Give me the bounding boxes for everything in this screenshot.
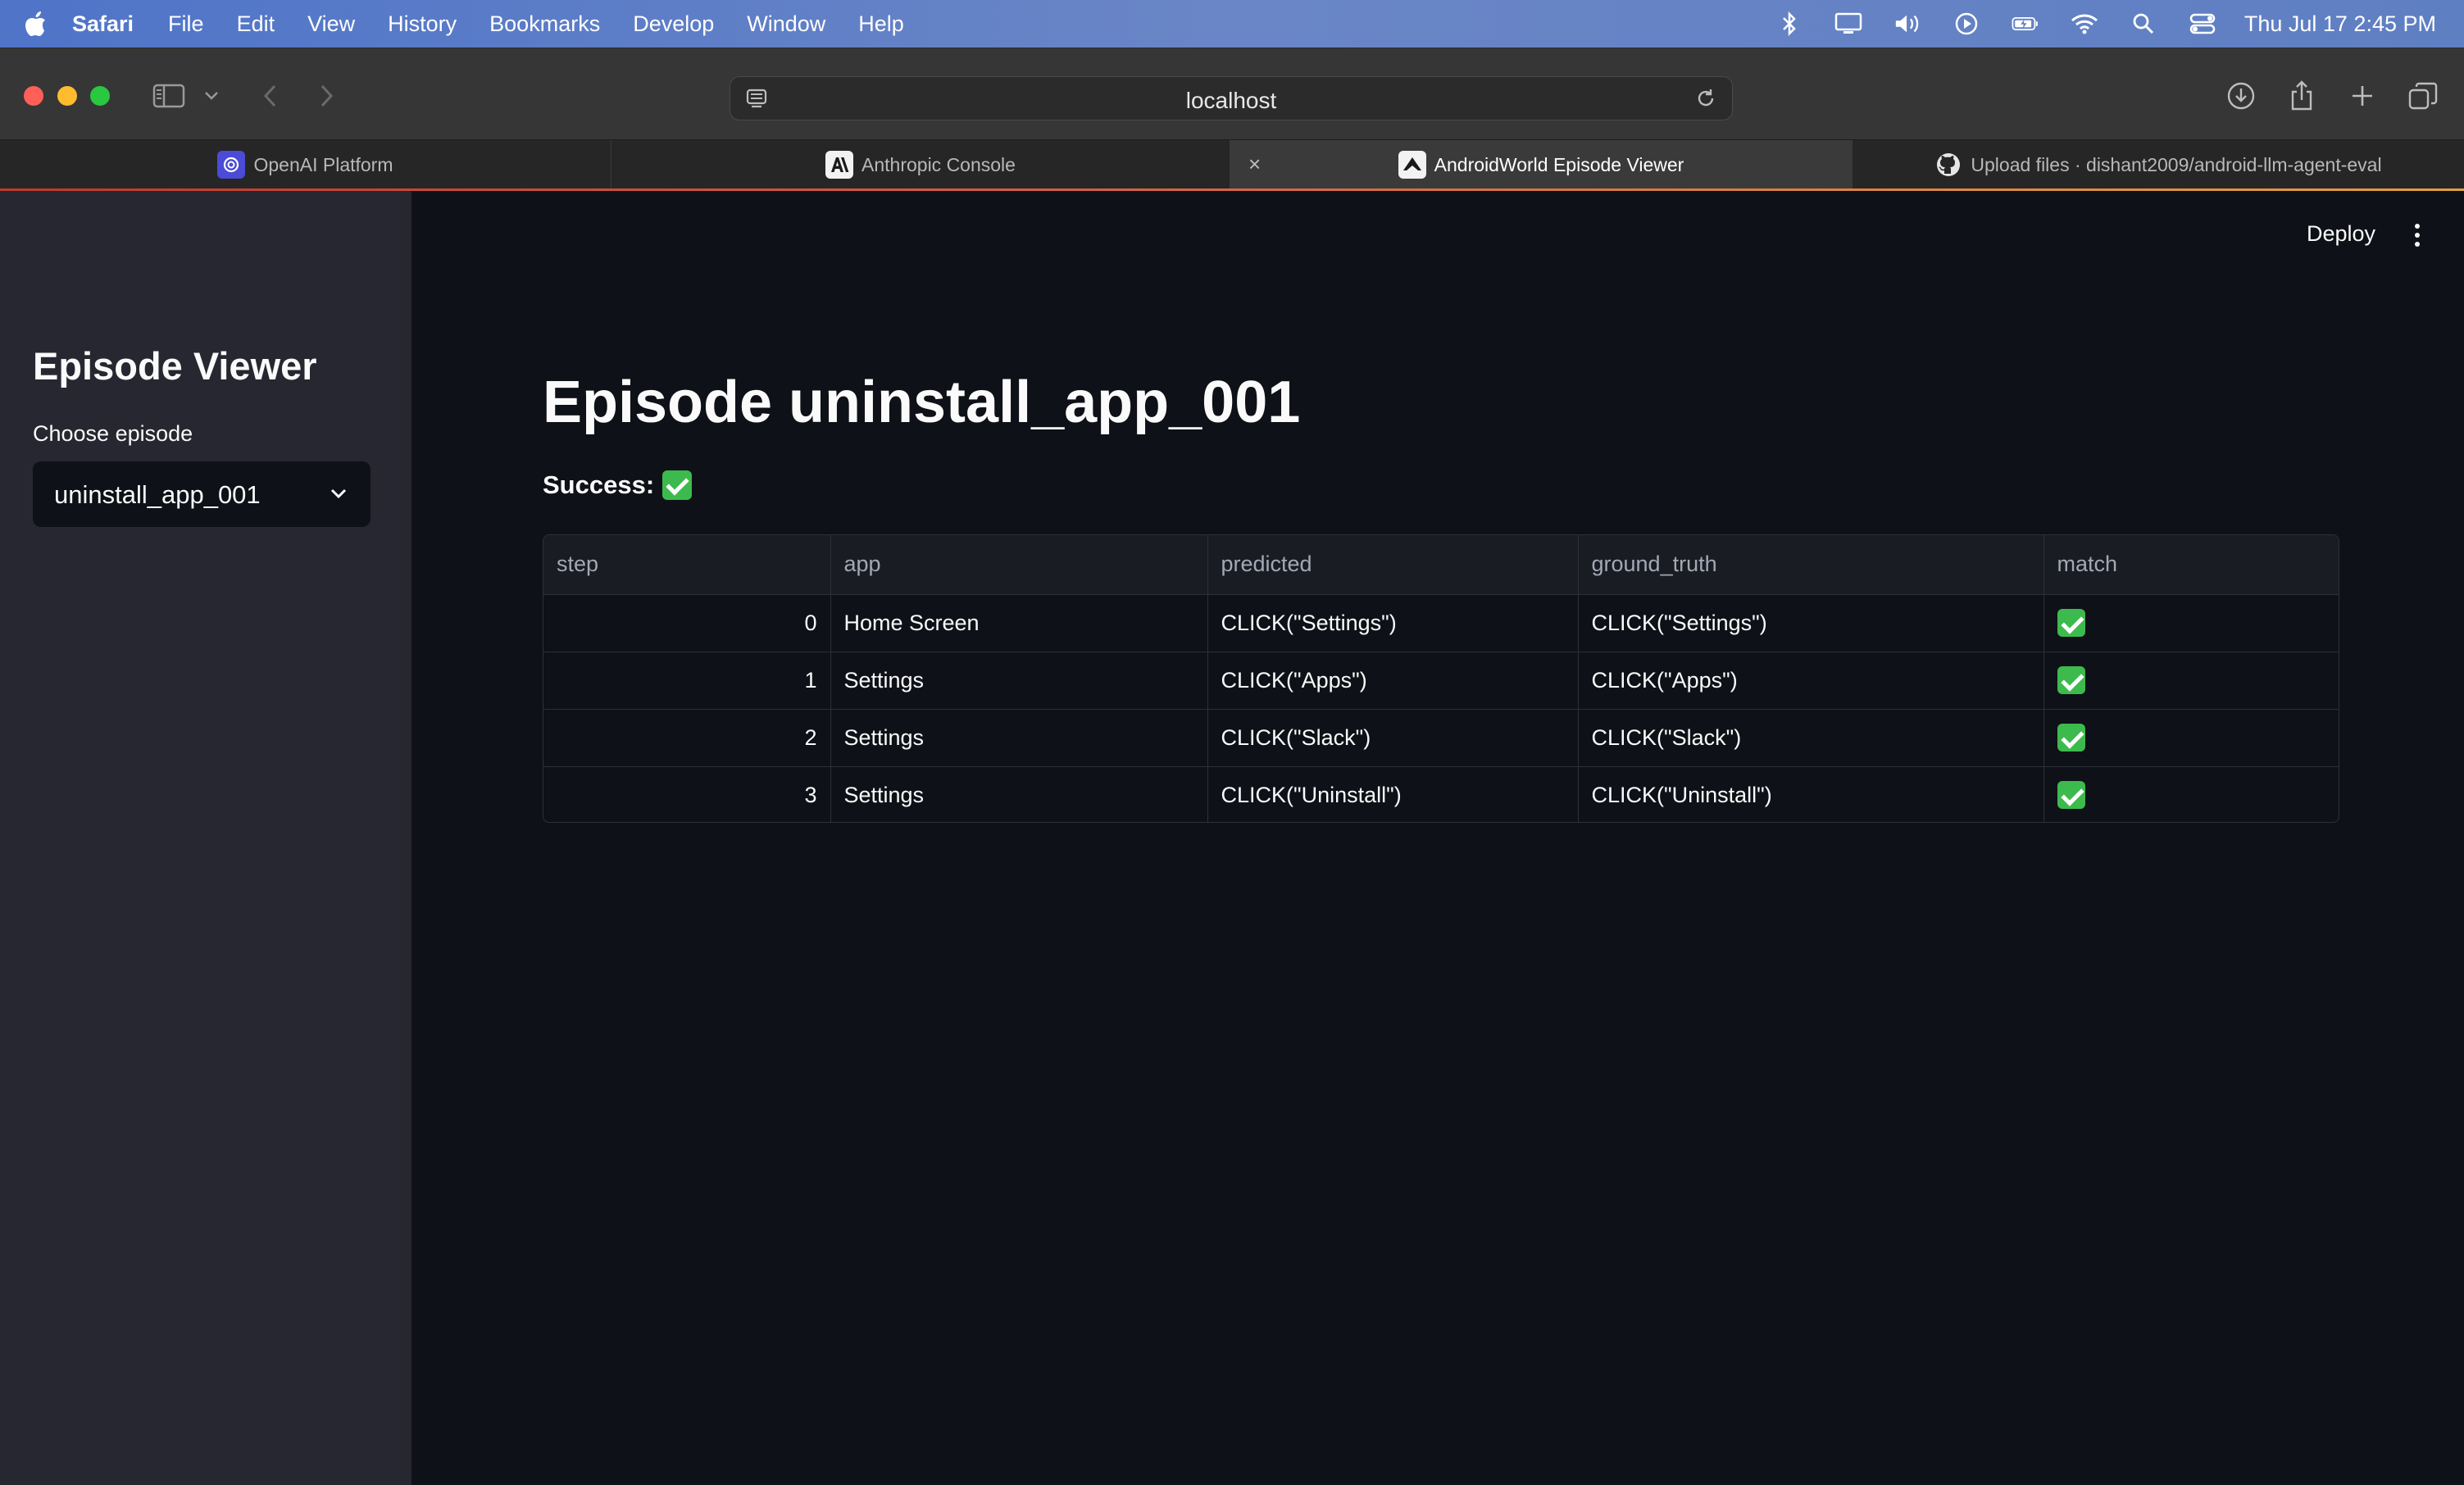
- minimize-window-button[interactable]: [57, 86, 77, 106]
- tab-bar: OpenAI Platform Anthropic Console × Andr…: [0, 139, 2464, 189]
- cell-predicted[interactable]: CLICK("Slack"): [1207, 709, 1579, 767]
- more-options-icon[interactable]: [2405, 221, 2430, 249]
- cell-predicted[interactable]: CLICK("Apps"): [1207, 652, 1579, 710]
- new-tab-icon[interactable]: [2346, 79, 2379, 112]
- github-icon: [1934, 151, 1962, 179]
- volume-icon[interactable]: [1893, 10, 1921, 38]
- page-title: Episode uninstall_app_001: [543, 370, 1301, 435]
- table-row: 3 Settings CLICK("Uninstall") CLICK("Uni…: [543, 766, 2339, 822]
- table-row: 1 Settings CLICK("Apps") CLICK("Apps"): [543, 652, 2339, 710]
- apple-icon[interactable]: [25, 10, 49, 38]
- menu-app-name[interactable]: Safari: [72, 11, 134, 37]
- check-icon: [662, 470, 693, 500]
- episode-select-label: Choose episode: [33, 421, 193, 446]
- cell-ground-truth[interactable]: CLICK("Settings"): [1578, 594, 2044, 652]
- cell-ground-truth[interactable]: CLICK("Apps"): [1578, 652, 2044, 710]
- column-header-app[interactable]: app: [830, 535, 1208, 595]
- cell-step[interactable]: 0: [543, 594, 831, 652]
- chevron-down-icon[interactable]: [328, 483, 349, 508]
- search-icon[interactable]: [2130, 10, 2157, 38]
- cell-app[interactable]: Settings: [830, 709, 1208, 767]
- tab-overview-icon[interactable]: [2407, 79, 2439, 112]
- anthropic-icon: [825, 151, 854, 179]
- tab-github-upload[interactable]: Upload files · dishant2009/android-llm-a…: [1853, 140, 2464, 189]
- cell-predicted[interactable]: CLICK("Uninstall"): [1207, 766, 1579, 822]
- sidebar: Episode Viewer Choose episode uninstall_…: [0, 191, 411, 1485]
- reload-icon[interactable]: [1694, 87, 1717, 114]
- openai-icon: [217, 151, 246, 179]
- episode-table: step app predicted ground_truth match 0 …: [543, 534, 2339, 823]
- cell-ground-truth[interactable]: CLICK("Uninstall"): [1578, 766, 2044, 822]
- downloads-icon[interactable]: [2225, 79, 2257, 112]
- cell-app[interactable]: Home Screen: [830, 594, 1208, 652]
- table-row: 2 Settings CLICK("Slack") CLICK("Slack"): [543, 709, 2339, 767]
- success-label: Success:: [543, 470, 655, 499]
- menu-window[interactable]: Window: [747, 11, 825, 37]
- display-icon[interactable]: [1834, 10, 1862, 38]
- tab-label: AndroidWorld Episode Viewer: [1434, 153, 1684, 175]
- column-header-ground-truth[interactable]: ground_truth: [1578, 535, 2044, 595]
- play-icon[interactable]: [1953, 10, 1980, 38]
- menu-view[interactable]: View: [307, 11, 355, 37]
- tab-label: OpenAI Platform: [253, 153, 393, 175]
- tab-androidworld-episode-viewer[interactable]: × AndroidWorld Episode Viewer: [1230, 140, 1853, 189]
- cell-match[interactable]: [2043, 594, 2339, 652]
- battery-icon[interactable]: [2012, 10, 2039, 38]
- table-row: 0 Home Screen CLICK("Settings") CLICK("S…: [543, 594, 2339, 652]
- cell-match[interactable]: [2043, 766, 2339, 822]
- sidebar-title: Episode Viewer: [33, 344, 317, 388]
- column-header-step[interactable]: step: [543, 535, 831, 595]
- streamlit-icon: [1398, 151, 1426, 179]
- table-header-row: step app predicted ground_truth match: [543, 535, 2339, 595]
- tab-label: Anthropic Console: [861, 153, 1016, 175]
- chevron-down-icon[interactable]: [202, 79, 221, 112]
- macos-menu-bar: Safari File Edit View History Bookmarks …: [0, 0, 2464, 48]
- check-icon: [2057, 666, 2085, 694]
- cell-app[interactable]: Settings: [830, 766, 1208, 822]
- cell-match[interactable]: [2043, 709, 2339, 767]
- url-text[interactable]: localhost: [730, 88, 1732, 114]
- menu-file[interactable]: File: [168, 11, 204, 37]
- cell-predicted[interactable]: CLICK("Settings"): [1207, 594, 1579, 652]
- check-icon: [2057, 609, 2085, 637]
- check-icon: [2057, 724, 2085, 752]
- menu-history[interactable]: History: [388, 11, 457, 37]
- browser-toolbar: localhost: [0, 48, 2464, 139]
- forward-icon[interactable]: [315, 79, 339, 112]
- cell-step[interactable]: 2: [543, 709, 831, 767]
- menu-bookmarks[interactable]: Bookmarks: [489, 11, 600, 37]
- episode-select-value[interactable]: uninstall_app_001: [54, 480, 261, 510]
- sidebar-toggle-icon[interactable]: [151, 79, 187, 112]
- check-icon: [2057, 781, 2085, 810]
- share-icon[interactable]: [2285, 79, 2318, 112]
- menu-develop[interactable]: Develop: [633, 11, 714, 37]
- control-center-icon[interactable]: [2189, 10, 2216, 38]
- close-tab-icon[interactable]: ×: [1248, 152, 1261, 177]
- cell-step[interactable]: 1: [543, 652, 831, 710]
- tab-label: Upload files · dishant2009/android-llm-a…: [1971, 153, 2382, 175]
- menubar-clock[interactable]: Thu Jul 17 2:45 PM: [2244, 11, 2436, 37]
- wifi-icon[interactable]: [2071, 10, 2098, 38]
- cell-step[interactable]: 3: [543, 766, 831, 822]
- screen: Safari File Edit View History Bookmarks …: [0, 0, 2464, 1485]
- address-bar[interactable]: localhost: [730, 76, 1733, 120]
- tab-openai-platform[interactable]: OpenAI Platform: [0, 140, 611, 189]
- cell-ground-truth[interactable]: CLICK("Slack"): [1578, 709, 2044, 767]
- column-header-predicted[interactable]: predicted: [1207, 535, 1579, 595]
- success-status: Success:: [543, 470, 693, 500]
- bluetooth-icon[interactable]: [1775, 10, 1803, 38]
- menu-edit[interactable]: Edit: [237, 11, 275, 37]
- column-header-match[interactable]: match: [2043, 535, 2339, 595]
- tab-anthropic-console[interactable]: Anthropic Console: [611, 140, 1230, 189]
- cell-match[interactable]: [2043, 652, 2339, 710]
- fullscreen-window-button[interactable]: [90, 86, 110, 106]
- back-icon[interactable]: [257, 79, 282, 112]
- menu-help[interactable]: Help: [858, 11, 904, 37]
- close-window-button[interactable]: [24, 86, 43, 106]
- deploy-button[interactable]: Deploy: [2307, 221, 2375, 247]
- cell-app[interactable]: Settings: [830, 652, 1208, 710]
- episode-select[interactable]: uninstall_app_001: [33, 461, 371, 527]
